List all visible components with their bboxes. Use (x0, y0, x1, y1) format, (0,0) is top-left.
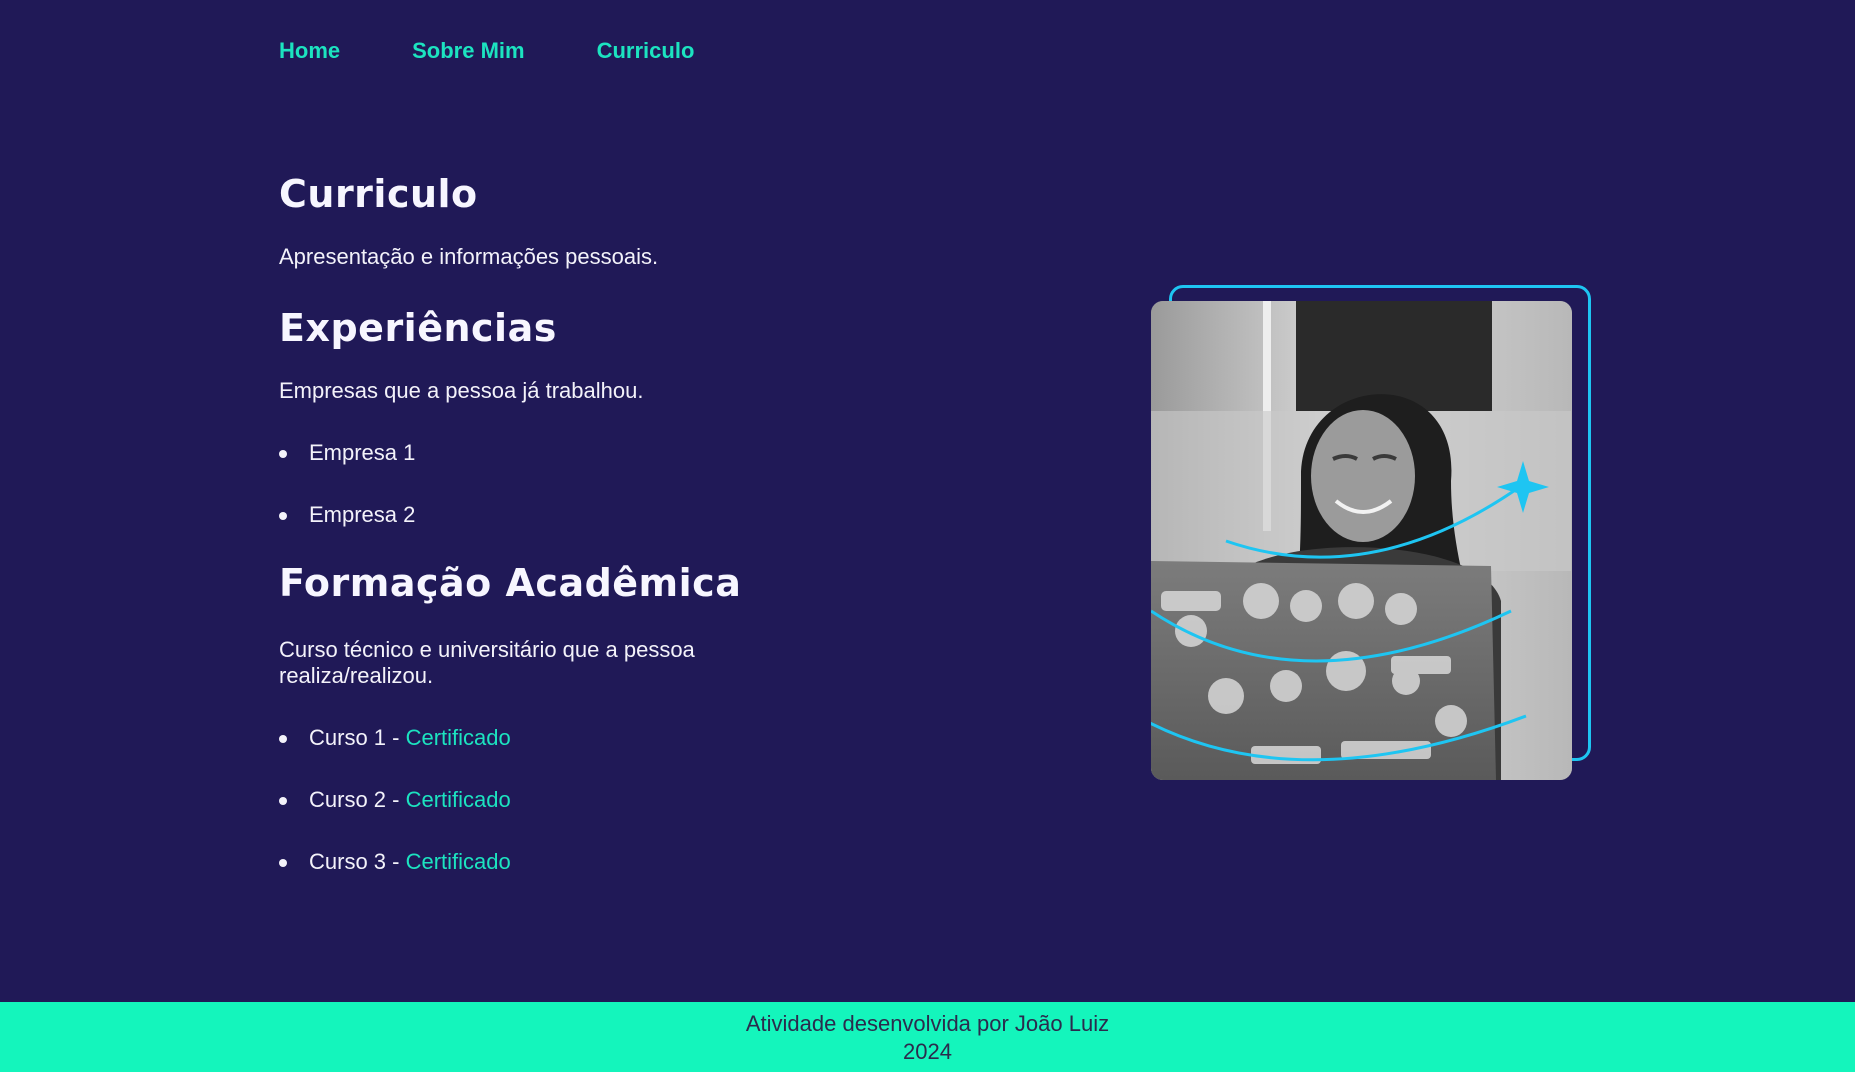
experience-description: Empresas que a pessoa já trabalhou. (279, 378, 644, 403)
course-label: Curso 3 - (309, 849, 406, 874)
course-item: Curso 2 - Certificado (279, 787, 799, 813)
certificate-link[interactable]: Certificado (406, 725, 511, 750)
course-label: Curso 1 - (309, 725, 406, 750)
main-content: Curriculo Apresentação e informações pes… (279, 170, 799, 911)
certificate-link[interactable]: Certificado (406, 849, 511, 874)
experience-list: Empresa 1 Empresa 2 (279, 440, 799, 528)
experience-item: Empresa 2 (279, 502, 799, 528)
profile-photo (1151, 301, 1572, 780)
footer-year: 2024 (903, 1039, 952, 1064)
nav-sobre-mim-link[interactable]: Sobre Mim (412, 36, 524, 66)
course-item: Curso 1 - Certificado (279, 725, 799, 751)
course-item: Curso 3 - Certificado (279, 849, 799, 875)
top-nav: Home Sobre Mim Curriculo (279, 36, 694, 66)
education-description: Curso técnico e universitário que a pess… (279, 637, 695, 688)
certificate-link[interactable]: Certificado (406, 787, 511, 812)
experience-item: Empresa 1 (279, 440, 799, 466)
experience-title: Experiências (279, 306, 557, 350)
nav-home-link[interactable]: Home (279, 36, 340, 66)
page-footer: Atividade desenvolvida por João Luiz 202… (0, 1002, 1855, 1072)
intro-text: Apresentação e informações pessoais. (279, 244, 659, 269)
nav-curriculo-link[interactable]: Curriculo (597, 36, 695, 66)
education-title: Formação Acadêmica (279, 561, 742, 605)
page-title: Curriculo (279, 172, 478, 216)
footer-credit: Atividade desenvolvida por João Luiz (745, 1011, 1110, 1036)
course-label: Curso 2 - (309, 787, 406, 812)
course-list: Curso 1 - Certificado Curso 2 - Certific… (279, 725, 799, 875)
profile-figure (1151, 285, 1591, 780)
